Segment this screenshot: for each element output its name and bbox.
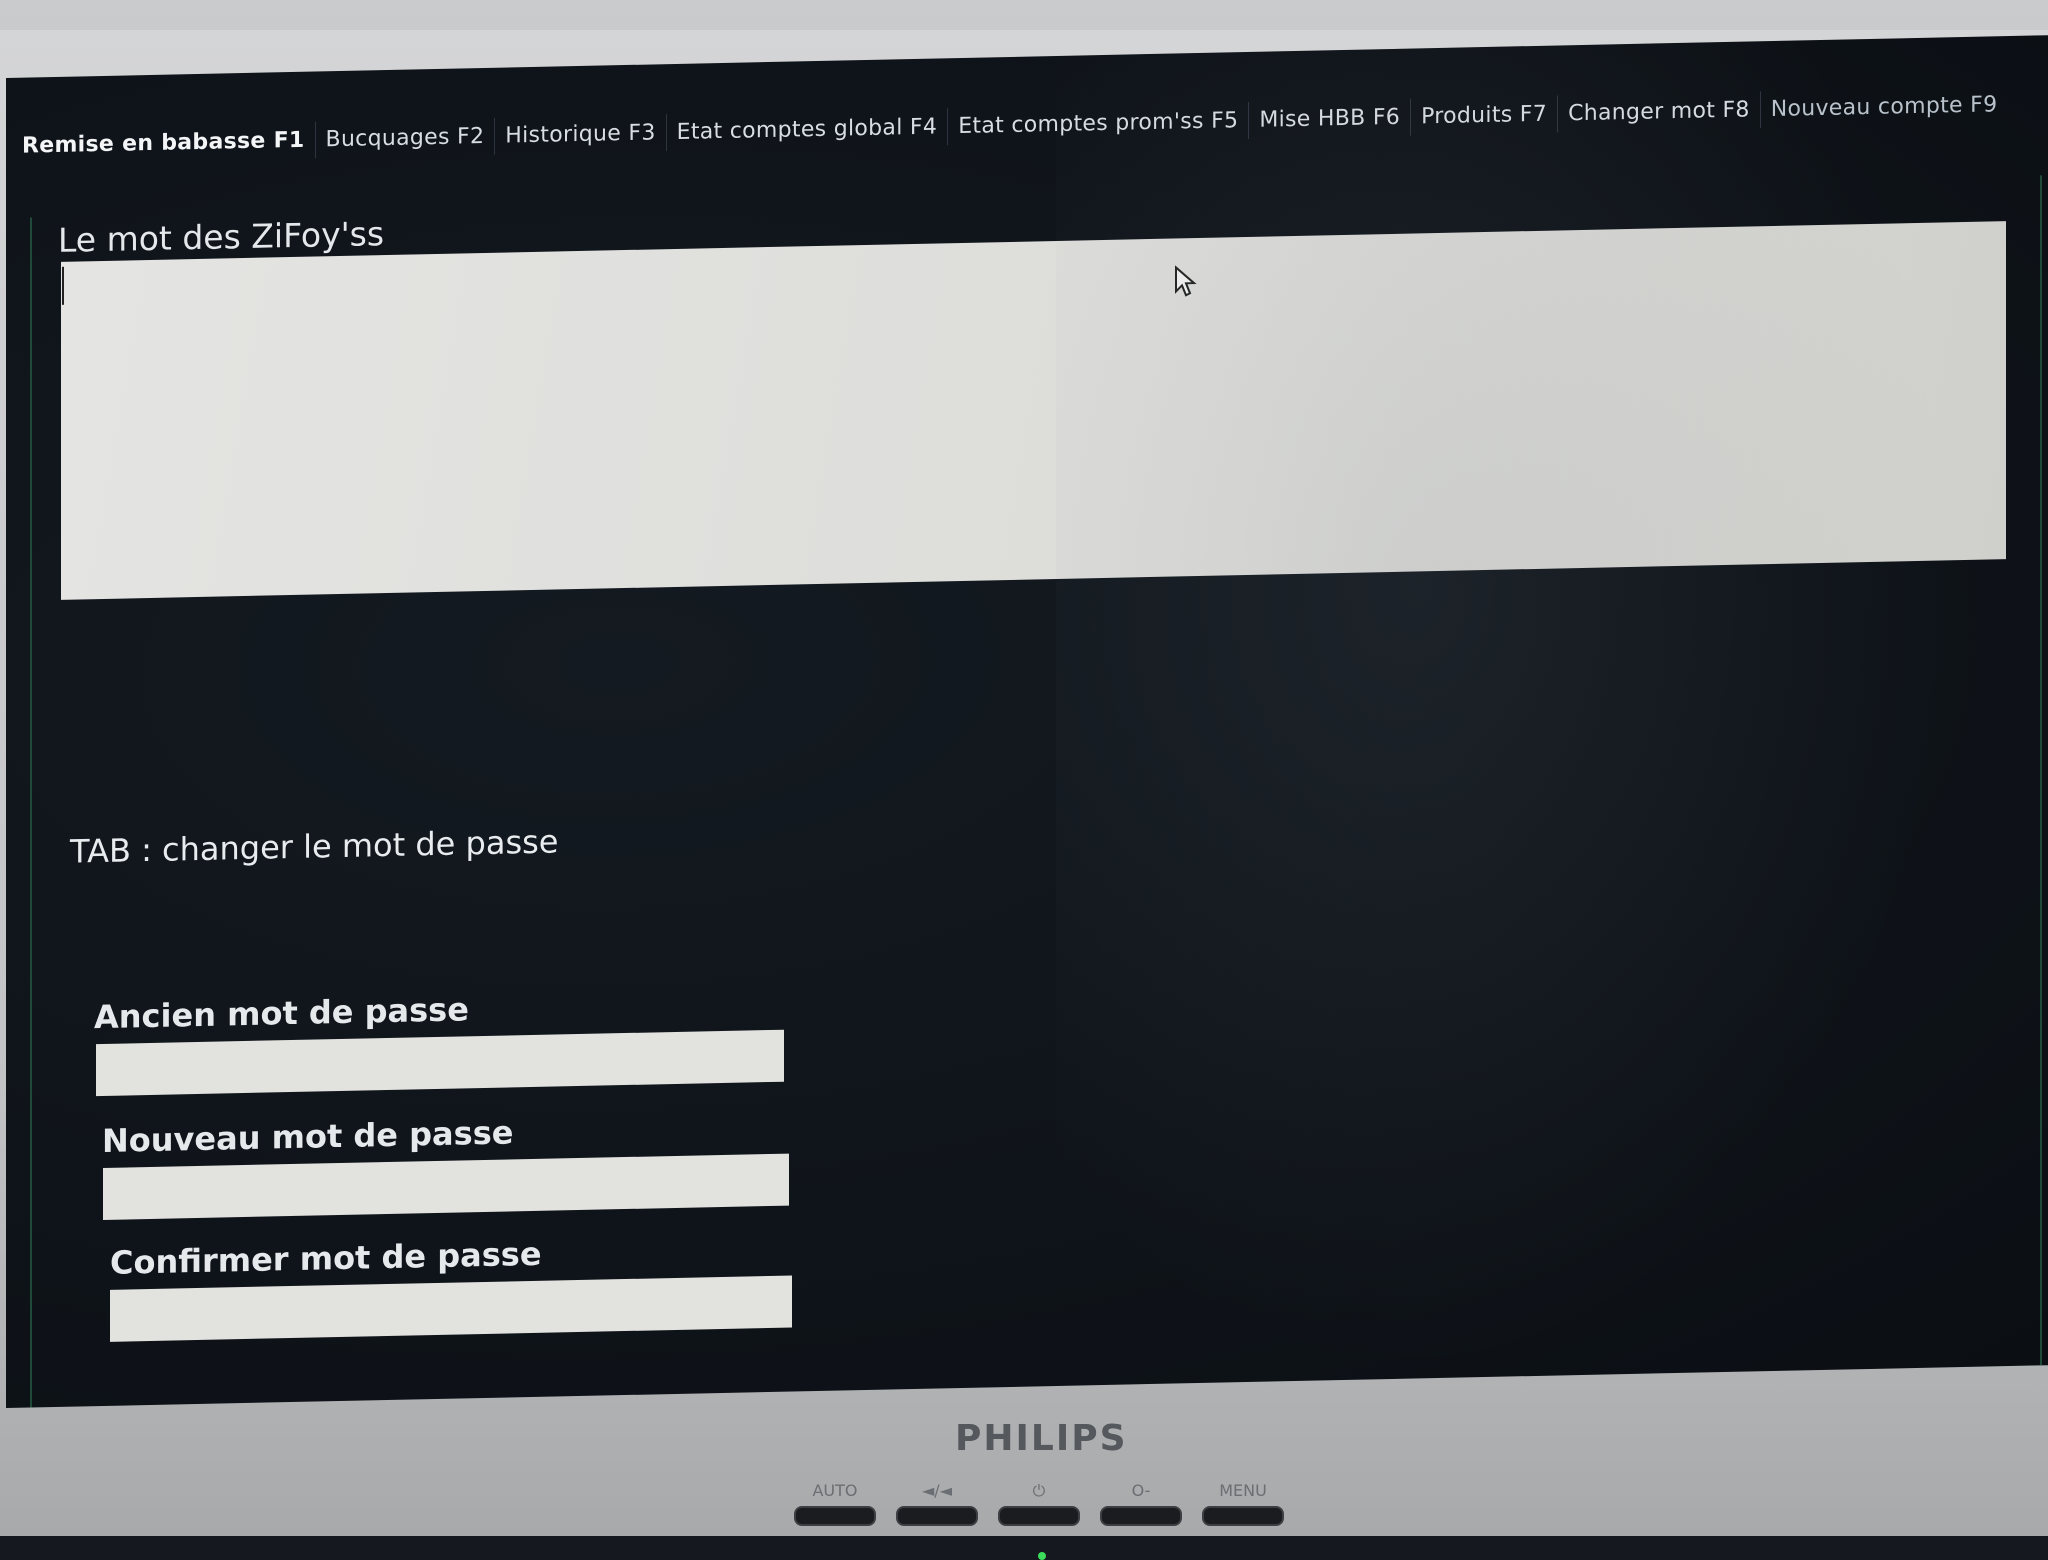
tab-mise-hbb[interactable]: Mise HBB F6: [1249, 98, 1412, 139]
tab-produits[interactable]: Produits F7: [1411, 94, 1559, 136]
tab-historique[interactable]: Historique F3: [495, 113, 667, 155]
monitor-bezel: Remise en babasse F1 Bucquages F2 Histor…: [0, 30, 2048, 1560]
monitor-button-label: AUTO: [812, 1481, 858, 1500]
monitor-button-key[interactable]: [794, 1506, 876, 1526]
monitor-button-key[interactable]: [998, 1506, 1080, 1526]
mouse-pointer-icon: [1175, 265, 1197, 297]
monitor-button-label: O-: [1131, 1481, 1151, 1500]
text-caret: [62, 266, 64, 305]
monitor-auto-button[interactable]: AUTO: [794, 1480, 876, 1526]
mot-title: Le mot des ZiFoy'ss: [58, 214, 385, 260]
tab-bucquages[interactable]: Bucquages F2: [315, 117, 496, 159]
tab-etat-comptes-promss[interactable]: Etat comptes prom'ss F5: [948, 101, 1250, 145]
power-led: [1038, 1552, 1046, 1560]
monitor-input-button[interactable]: ◄/◄: [896, 1480, 978, 1526]
monitor-button-key[interactable]: [1100, 1506, 1182, 1526]
monitor-button-label: ◄/◄: [922, 1481, 952, 1500]
monitor-brightness-button[interactable]: O-: [1100, 1480, 1182, 1526]
mot-textarea[interactable]: [61, 221, 2006, 600]
tab-bar: Remise en babasse F1 Bucquages F2 Histor…: [12, 82, 2007, 168]
monitor-button-row: AUTO ◄/◄ ⏻ O- MENU: [794, 1480, 1284, 1526]
monitor-button-key[interactable]: [896, 1506, 978, 1526]
tab-remise-en-babasse[interactable]: Remise en babasse F1: [12, 121, 316, 165]
tab-nouveau-compte[interactable]: Nouveau compte F9: [1761, 86, 2008, 128]
old-password-label: Ancien mot de passe: [94, 990, 469, 1037]
tab-changer-mot[interactable]: Changer mot F8: [1558, 90, 1761, 132]
monitor-brand-logo: PHILIPS: [955, 1418, 1128, 1459]
monitor-button-key[interactable]: [1202, 1506, 1284, 1526]
monitor-button-label: MENU: [1219, 1481, 1267, 1500]
monitor-power-button[interactable]: ⏻: [998, 1480, 1080, 1526]
monitor-menu-button[interactable]: MENU: [1202, 1480, 1284, 1526]
tab-etat-comptes-global[interactable]: Etat comptes global F4: [666, 107, 949, 151]
power-icon: ⏻: [1032, 1481, 1046, 1500]
screen: Remise en babasse F1 Bucquages F2 Histor…: [6, 35, 2048, 1408]
